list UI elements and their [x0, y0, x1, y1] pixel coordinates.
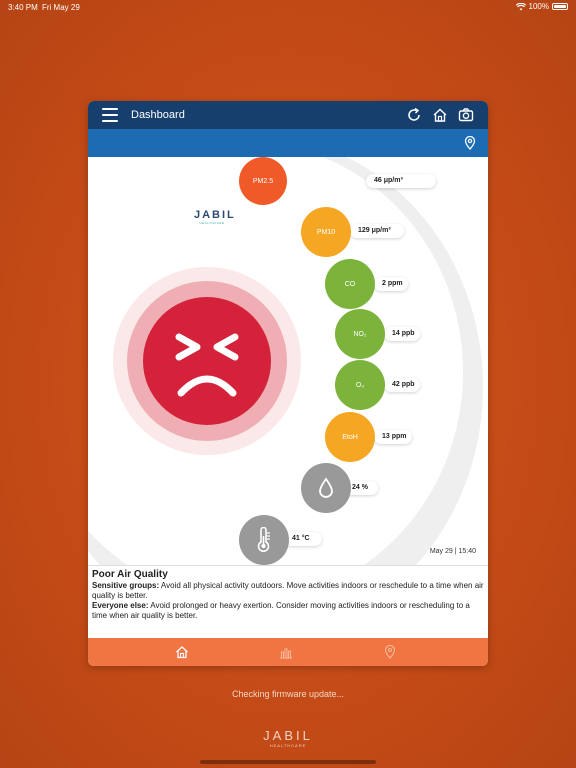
sensor-label-co: CO: [344, 280, 356, 288]
nav-home-icon[interactable]: [175, 645, 189, 659]
location-bar: [88, 129, 488, 157]
thermometer-icon: [257, 527, 270, 553]
sensitive-groups-advice: Sensitive groups: Avoid all physical act…: [92, 581, 484, 600]
nav-chart-icon[interactable]: [279, 645, 293, 659]
dashboard-content: JABIL HEALTHCARE 46 μp/m³ PM2.5 129 μp/m…: [88, 157, 488, 565]
sensor-label-pm10: PM10: [316, 228, 336, 236]
camera-icon[interactable]: [458, 107, 474, 123]
air-quality-info: Poor Air Quality Sensitive groups: Avoid…: [88, 565, 488, 638]
sensor-no2[interactable]: NO₂: [335, 309, 385, 359]
menu-icon[interactable]: [102, 108, 118, 122]
reading-timestamp: May 29 | 15:40: [429, 548, 476, 555]
sensor-label-etoh: EtoH: [342, 433, 358, 441]
home-settings-icon[interactable]: [432, 107, 448, 123]
sensor-o3[interactable]: O₃: [335, 360, 385, 410]
jabil-logo: JABIL HEALTHCARE: [194, 209, 236, 225]
sensor-value-no2: 14 ppb: [384, 327, 420, 341]
sensor-pm25[interactable]: PM2.5: [239, 157, 287, 205]
sensor-value-etoh: 13 ppm: [374, 430, 412, 444]
top-bar: Dashboard: [88, 101, 488, 129]
footer-logo: JABIL HEALTHCARE: [263, 728, 313, 748]
firmware-status: Checking firmware update...: [231, 689, 345, 699]
water-drop-icon: [319, 477, 333, 498]
sensor-value-pm10: 129 μp/m³: [350, 224, 404, 238]
sensor-temperature[interactable]: [239, 515, 289, 565]
sensor-label-no2: NO₂: [353, 330, 367, 338]
status-right: 100%: [515, 2, 568, 11]
sensor-co[interactable]: CO: [325, 259, 375, 309]
sensor-value-o3: 42 ppb: [384, 378, 420, 392]
location-pin-icon[interactable]: [464, 136, 476, 150]
sensor-pm10[interactable]: PM10: [301, 207, 351, 257]
air-quality-title: Poor Air Quality: [92, 569, 168, 580]
refresh-icon[interactable]: [406, 107, 422, 123]
battery-icon: [552, 3, 568, 10]
sensor-value-co: 2 ppm: [374, 277, 408, 291]
status-date: Fri May 29: [42, 3, 80, 12]
everyone-else-advice: Everyone else: Avoid prolonged or heavy …: [92, 601, 470, 620]
bottom-nav: [88, 638, 488, 666]
status-bar: 3:40 PM Fri May 29 100%: [0, 0, 576, 14]
sensor-value-pm25: 46 μp/m³: [366, 174, 436, 188]
wifi-icon: [515, 2, 526, 10]
app-window: Dashboard JABIL HEALTHCARE 46 μp/m³ PM2.…: [88, 101, 488, 666]
page-title: Dashboard: [131, 109, 185, 121]
sensor-label-o3: O₃: [355, 381, 365, 389]
nav-location-icon[interactable]: [383, 645, 397, 659]
home-indicator[interactable]: [200, 760, 376, 764]
sensor-etoh[interactable]: EtoH: [325, 412, 375, 462]
status-time: 3:40 PM: [8, 3, 38, 12]
sensor-value-temperature: 41 °C: [284, 532, 322, 546]
angry-face-icon: [143, 297, 271, 425]
sensor-humidity[interactable]: [301, 463, 351, 513]
sensor-label-pm25: PM2.5: [252, 177, 274, 185]
battery-percent: 100%: [528, 2, 549, 11]
